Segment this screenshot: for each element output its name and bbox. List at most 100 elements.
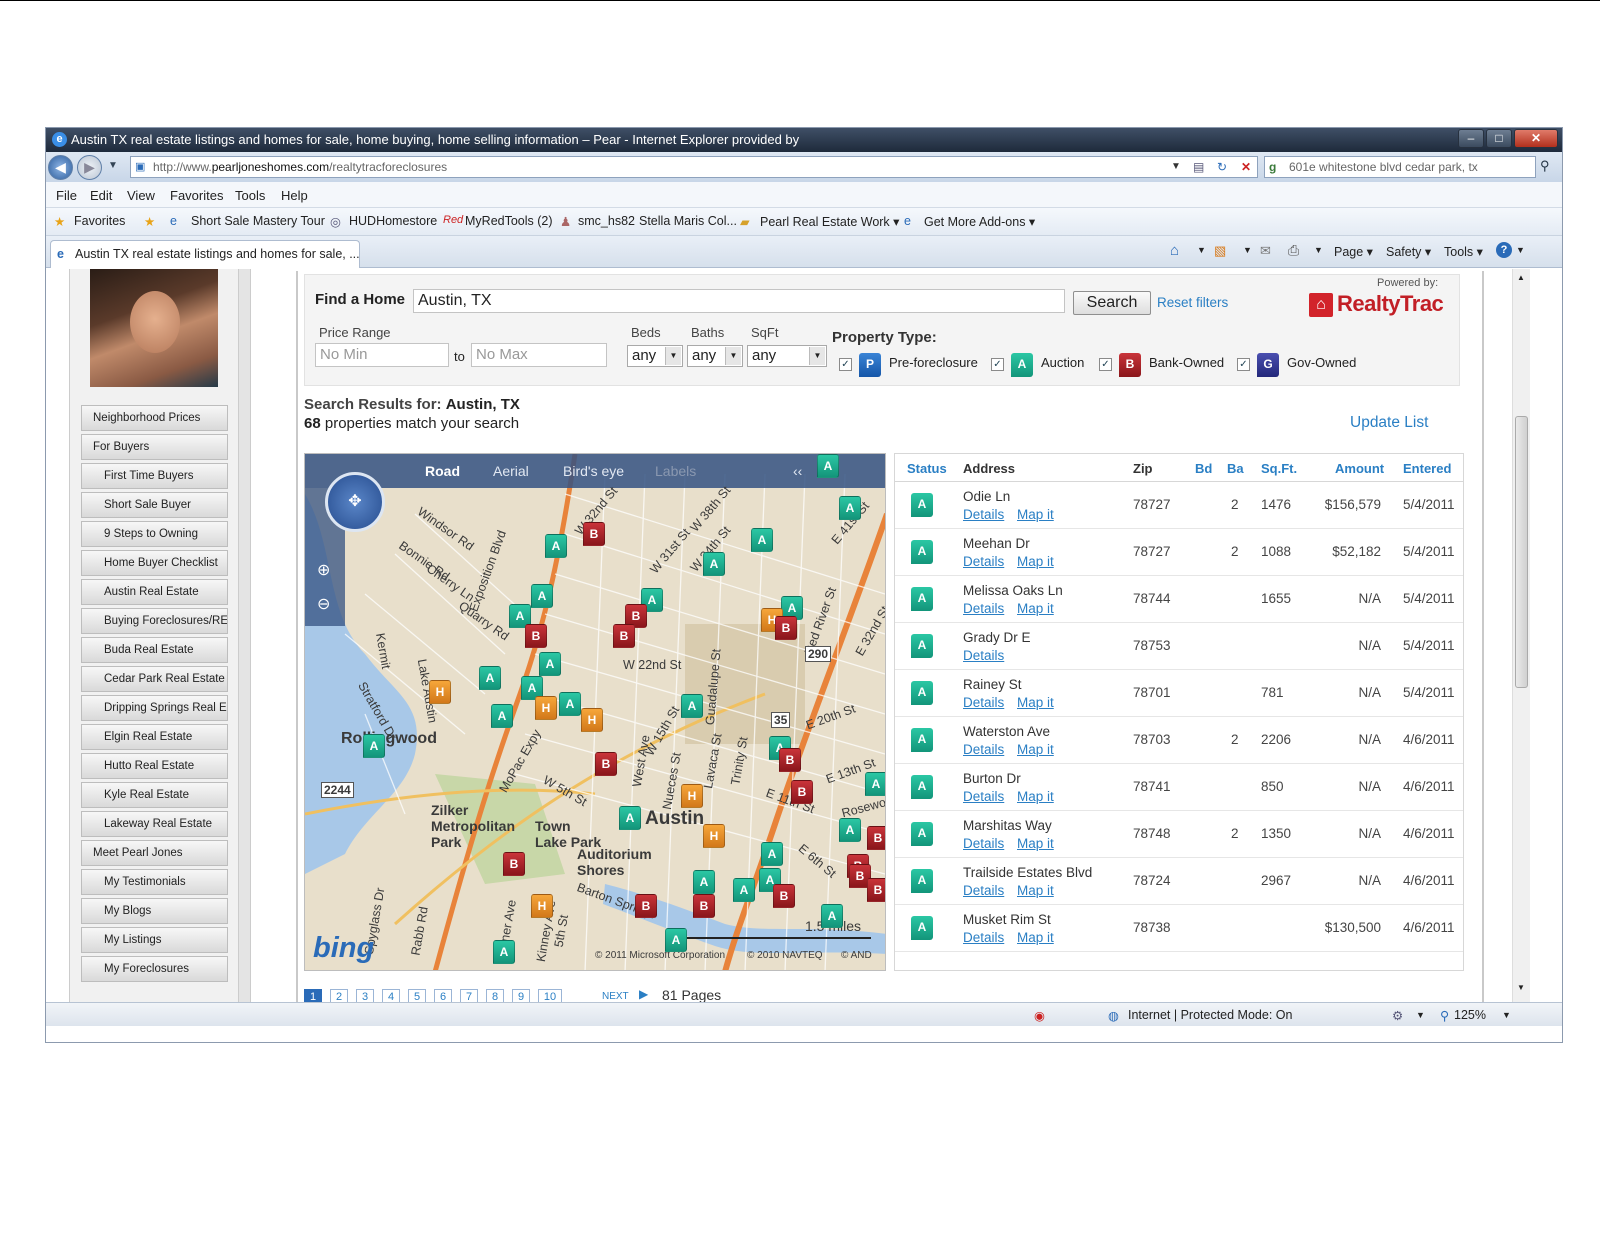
page-link[interactable]: 8 bbox=[486, 989, 504, 1002]
page-link[interactable]: 4 bbox=[382, 989, 400, 1002]
col-ba[interactable]: Ba bbox=[1227, 461, 1244, 476]
map-it-link[interactable]: Map it bbox=[1017, 930, 1054, 945]
close-button[interactable]: ✕ bbox=[1514, 129, 1558, 148]
zoom-level[interactable]: 125% bbox=[1454, 1008, 1486, 1022]
map-pin[interactable]: H bbox=[681, 784, 703, 808]
map-it-link[interactable]: Map it bbox=[1017, 507, 1054, 522]
map-it-link[interactable]: Map it bbox=[1017, 601, 1054, 616]
menu-edit[interactable]: Edit bbox=[90, 188, 112, 203]
back-button[interactable]: ◀ bbox=[48, 155, 73, 180]
map-pin[interactable]: A bbox=[531, 584, 553, 608]
sidebar-item[interactable]: For Buyers bbox=[81, 434, 228, 460]
map-pin[interactable]: A bbox=[703, 552, 725, 576]
map-collapse-button[interactable]: ‹‹ bbox=[793, 463, 802, 479]
fav-stella-maris[interactable]: Stella Maris Col... bbox=[639, 214, 737, 228]
sidebar-item[interactable]: My Foreclosures bbox=[81, 956, 228, 982]
col-entered[interactable]: Entered bbox=[1403, 461, 1451, 476]
details-link[interactable]: Details bbox=[963, 648, 1004, 663]
sidebar-item[interactable]: My Listings bbox=[81, 927, 228, 953]
map-pin[interactable]: B bbox=[791, 780, 813, 804]
beds-select[interactable]: any ▼ bbox=[627, 345, 683, 367]
zoom-out-icon[interactable]: ⊖ bbox=[317, 594, 330, 614]
col-bd[interactable]: Bd bbox=[1195, 461, 1212, 476]
map-pin[interactable]: H bbox=[535, 696, 557, 720]
page-link[interactable]: 10 bbox=[538, 989, 562, 1002]
zoom-dropdown-icon[interactable]: ▼ bbox=[1502, 1010, 1511, 1020]
menu-tools[interactable]: Tools bbox=[235, 188, 265, 203]
map-pin[interactable]: B bbox=[773, 884, 795, 908]
map-tab-road[interactable]: Road bbox=[425, 463, 460, 479]
sidebar-item[interactable]: Buda Real Estate bbox=[81, 637, 228, 663]
col-address[interactable]: Address bbox=[963, 461, 1015, 476]
sidebar-item[interactable]: Buying Foreclosures/RE bbox=[81, 608, 228, 634]
map-pin[interactable]: H bbox=[703, 824, 725, 848]
map-pin[interactable]: H bbox=[531, 894, 553, 918]
map-pin[interactable]: A bbox=[493, 940, 515, 964]
map-pin[interactable]: B bbox=[525, 624, 547, 648]
maximize-button[interactable]: □ bbox=[1486, 129, 1512, 148]
map-it-link[interactable]: Map it bbox=[1017, 695, 1054, 710]
sidebar-item[interactable]: Home Buyer Checklist bbox=[81, 550, 228, 576]
map-it-link[interactable]: Map it bbox=[1017, 883, 1054, 898]
map-pin[interactable]: A bbox=[479, 666, 501, 690]
compatibility-icon[interactable]: ▤ bbox=[1193, 157, 1204, 177]
feeds-icon[interactable]: ▧ bbox=[1214, 243, 1226, 259]
sidebar-item[interactable]: Cedar Park Real Estate bbox=[81, 666, 228, 692]
baths-select[interactable]: any ▼ bbox=[687, 345, 743, 367]
help-icon[interactable]: ? bbox=[1496, 242, 1512, 258]
map-pin[interactable]: A bbox=[681, 694, 703, 718]
scrollbar-thumb[interactable] bbox=[1515, 416, 1528, 688]
tools-menu[interactable]: Tools ▾ bbox=[1444, 244, 1483, 259]
map-pin[interactable]: A bbox=[733, 878, 755, 902]
menu-favorites[interactable]: Favorites bbox=[170, 188, 223, 203]
col-amount[interactable]: Amount bbox=[1335, 461, 1384, 476]
print-dropdown-icon[interactable]: ▼ bbox=[1314, 245, 1323, 255]
page-link[interactable]: 9 bbox=[512, 989, 530, 1002]
sidebar-item[interactable]: Elgin Real Estate bbox=[81, 724, 228, 750]
map-pin[interactable]: B bbox=[867, 878, 885, 902]
refresh-icon[interactable]: ↻ bbox=[1217, 157, 1227, 177]
fav-smc[interactable]: smc_hs82 bbox=[578, 214, 635, 228]
safety-menu[interactable]: Safety ▾ bbox=[1386, 244, 1431, 259]
next-arrow-icon[interactable]: ▶ bbox=[639, 987, 648, 1001]
map-it-link[interactable]: Map it bbox=[1017, 554, 1054, 569]
protected-mode-icon[interactable]: ⚙ bbox=[1392, 1008, 1403, 1023]
map-pin[interactable]: A bbox=[761, 842, 783, 866]
address-input[interactable]: ▣ http://www.pearljoneshomes.com/realtyt… bbox=[130, 156, 1258, 178]
map-pin[interactable]: B bbox=[635, 894, 657, 918]
feeds-dropdown-icon[interactable]: ▼ bbox=[1243, 245, 1252, 255]
page-link[interactable]: 5 bbox=[408, 989, 426, 1002]
map-pan-compass-icon[interactable]: ✥ bbox=[325, 472, 385, 532]
sidebar-item[interactable]: 9 Steps to Owning bbox=[81, 521, 228, 547]
print-icon[interactable]: ⎙ bbox=[1288, 242, 1299, 259]
page-link[interactable]: 7 bbox=[460, 989, 478, 1002]
page-link[interactable]: 1 bbox=[304, 989, 322, 1002]
page-scrollbar[interactable]: ▲ ▼ bbox=[1512, 269, 1530, 1002]
forward-button[interactable]: ▶ bbox=[77, 155, 102, 180]
map-pin[interactable]: A bbox=[839, 496, 861, 520]
search-button[interactable]: Search bbox=[1073, 291, 1151, 315]
map-pin[interactable]: A bbox=[821, 904, 843, 928]
map-pin[interactable]: B bbox=[583, 522, 605, 546]
map-pin[interactable]: B bbox=[613, 624, 635, 648]
page-link[interactable]: 6 bbox=[434, 989, 452, 1002]
col-sqft[interactable]: Sq.Ft. bbox=[1261, 461, 1297, 476]
protected-dropdown-icon[interactable]: ▼ bbox=[1416, 1010, 1425, 1020]
privacy-icon[interactable]: ◉ bbox=[1034, 1008, 1045, 1023]
map-pin[interactable]: H bbox=[429, 680, 451, 704]
home-icon[interactable]: ⌂ bbox=[1170, 242, 1179, 259]
fav-hudhomestore[interactable]: HUDHomestore bbox=[349, 214, 437, 228]
next-page-link[interactable]: NEXT bbox=[602, 991, 629, 1002]
map-pin[interactable]: A bbox=[865, 772, 885, 796]
fav-myredtools[interactable]: MyRedTools (2) bbox=[465, 214, 553, 228]
details-link[interactable]: Details bbox=[963, 789, 1004, 804]
sidebar-item[interactable]: My Blogs bbox=[81, 898, 228, 924]
menu-file[interactable]: File bbox=[56, 188, 77, 203]
fav-pearl-real-estate-work[interactable]: Pearl Real Estate Work ▾ bbox=[760, 214, 899, 229]
map-it-link[interactable]: Map it bbox=[1017, 789, 1054, 804]
sidebar-item[interactable]: Lakeway Real Estate bbox=[81, 811, 228, 837]
checkbox-gov-owned[interactable]: ✓ bbox=[1237, 358, 1250, 371]
map-pin[interactable]: A bbox=[839, 818, 861, 842]
map-pin[interactable]: A bbox=[363, 734, 385, 758]
sidebar-item[interactable]: Neighborhood Prices bbox=[81, 405, 228, 431]
